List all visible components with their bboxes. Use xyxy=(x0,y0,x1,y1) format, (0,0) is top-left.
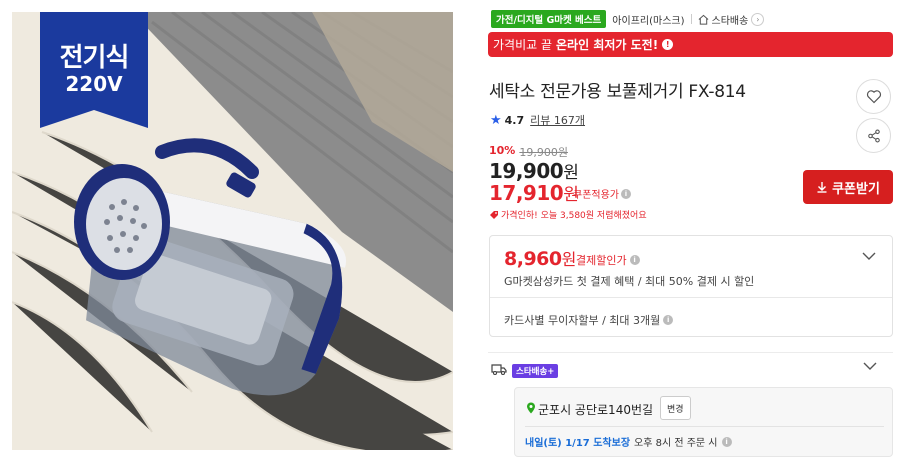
installment-text: 카드사별 무이자할부 / 최대 3개월 xyxy=(504,314,661,327)
share-icon xyxy=(867,129,880,142)
delivery-address-box: 군포시 공단로140번길 변경 내일(토) 1/17 도착보장 오후 8시 전 … xyxy=(514,387,893,457)
badge-divider xyxy=(690,14,692,24)
delivery-date: 내일(토) 1/17 도착보장 xyxy=(525,438,631,449)
coupon-price: 17,910원 xyxy=(489,180,579,205)
star-delivery-plus-badge: 스타배송+ xyxy=(512,364,559,378)
change-address-button[interactable]: 변경 xyxy=(660,396,691,420)
delivery-condition: 오후 8시 전 주문 시 xyxy=(634,438,718,449)
heart-icon xyxy=(866,90,881,104)
location-pin-icon xyxy=(527,402,535,414)
coupon-download-button[interactable]: 쿠폰받기 xyxy=(803,170,893,204)
coupon-price-number: 17,910 xyxy=(489,181,564,205)
divider xyxy=(488,352,893,353)
product-image[interactable]: 전기식 220V xyxy=(12,12,453,450)
info-icon[interactable]: i xyxy=(621,188,631,199)
star-icon: ★ xyxy=(490,112,502,128)
installment-row: 카드사별 무이자할부 / 최대 3개월 i xyxy=(504,312,674,328)
card-discount-label: 결제할인가 i xyxy=(576,252,640,268)
promo-highlight: 온라인 최저가 도전! xyxy=(556,38,659,52)
chevron-down-icon[interactable] xyxy=(863,360,877,375)
delivery-address: 군포시 공단로140번길 xyxy=(538,403,654,417)
card-label-text: 결제할인가 xyxy=(576,254,627,267)
tag-icon xyxy=(490,210,498,219)
card-discount-box: 8,960원 결제할인가 i G마켓삼성카드 첫 결제 혜택 / 최대 50% … xyxy=(489,235,893,337)
promo-banner[interactable]: 가격비교 끝 온라인 최저가 도전! ! xyxy=(488,32,893,57)
product-title: 세탁소 전문가용 보풀제거기 FX-814 xyxy=(489,82,746,102)
best-badge[interactable]: 가전/디지털 G마켓 베스트 xyxy=(491,10,607,28)
info-icon[interactable]: i xyxy=(721,436,732,447)
divider xyxy=(490,297,892,298)
ribbon-line1: 전기식 xyxy=(59,43,130,73)
promo-prefix: 가격비교 끝 xyxy=(493,38,553,52)
ribbon-line2: 220V xyxy=(65,72,123,96)
wishlist-button[interactable] xyxy=(856,79,891,114)
divider xyxy=(525,426,884,427)
chevron-right-icon: › xyxy=(751,12,765,26)
share-button[interactable] xyxy=(856,118,891,153)
info-icon: ! xyxy=(662,39,674,50)
coupon-button-label: 쿠폰받기 xyxy=(832,181,880,197)
seller-name[interactable]: 아이프리(마스크) xyxy=(612,12,684,27)
home-icon xyxy=(698,14,708,25)
card-price: 8,960원 xyxy=(504,246,576,270)
card-price-number: 8,960 xyxy=(504,248,562,270)
truck-icon xyxy=(491,364,507,375)
info-icon[interactable]: i xyxy=(629,255,640,265)
product-info-panel: 가전/디지털 G마켓 베스트 아이프리(마스크) 스타배송 › 가격비교 끝 온… xyxy=(488,0,893,457)
coupon-price-label: 쿠폰적용가 i xyxy=(573,186,631,201)
star-delivery-label: 스타배송 xyxy=(711,15,749,27)
price-drop-notice: 가격인하! 오늘 3,580원 저렴해졌어요 xyxy=(489,208,647,221)
badge-row: 가전/디지털 G마켓 베스트 아이프리(마스크) 스타배송 › xyxy=(491,10,765,28)
review-link[interactable]: 리뷰 167개 xyxy=(530,112,585,128)
rating-row: ★ 4.7 리뷰 167개 xyxy=(490,112,585,128)
delivery-guarantee: 내일(토) 1/17 도착보장 오후 8시 전 주문 시 i xyxy=(525,434,732,449)
chevron-down-icon[interactable] xyxy=(862,250,876,265)
download-icon xyxy=(817,182,827,193)
info-icon[interactable]: i xyxy=(663,315,674,325)
rating-score: 4.7 xyxy=(504,113,525,127)
price-drop-text: 가격인하! 오늘 3,580원 저렴해졌어요 xyxy=(501,211,647,221)
card-price-unit: 원 xyxy=(561,250,577,269)
card-benefit-desc: G마켓삼성카드 첫 결제 혜택 / 최대 50% 결제 시 할인 xyxy=(504,275,755,288)
coupon-label-text: 쿠폰적용가 xyxy=(573,190,619,201)
star-delivery-link[interactable]: 스타배송 › xyxy=(698,12,765,27)
